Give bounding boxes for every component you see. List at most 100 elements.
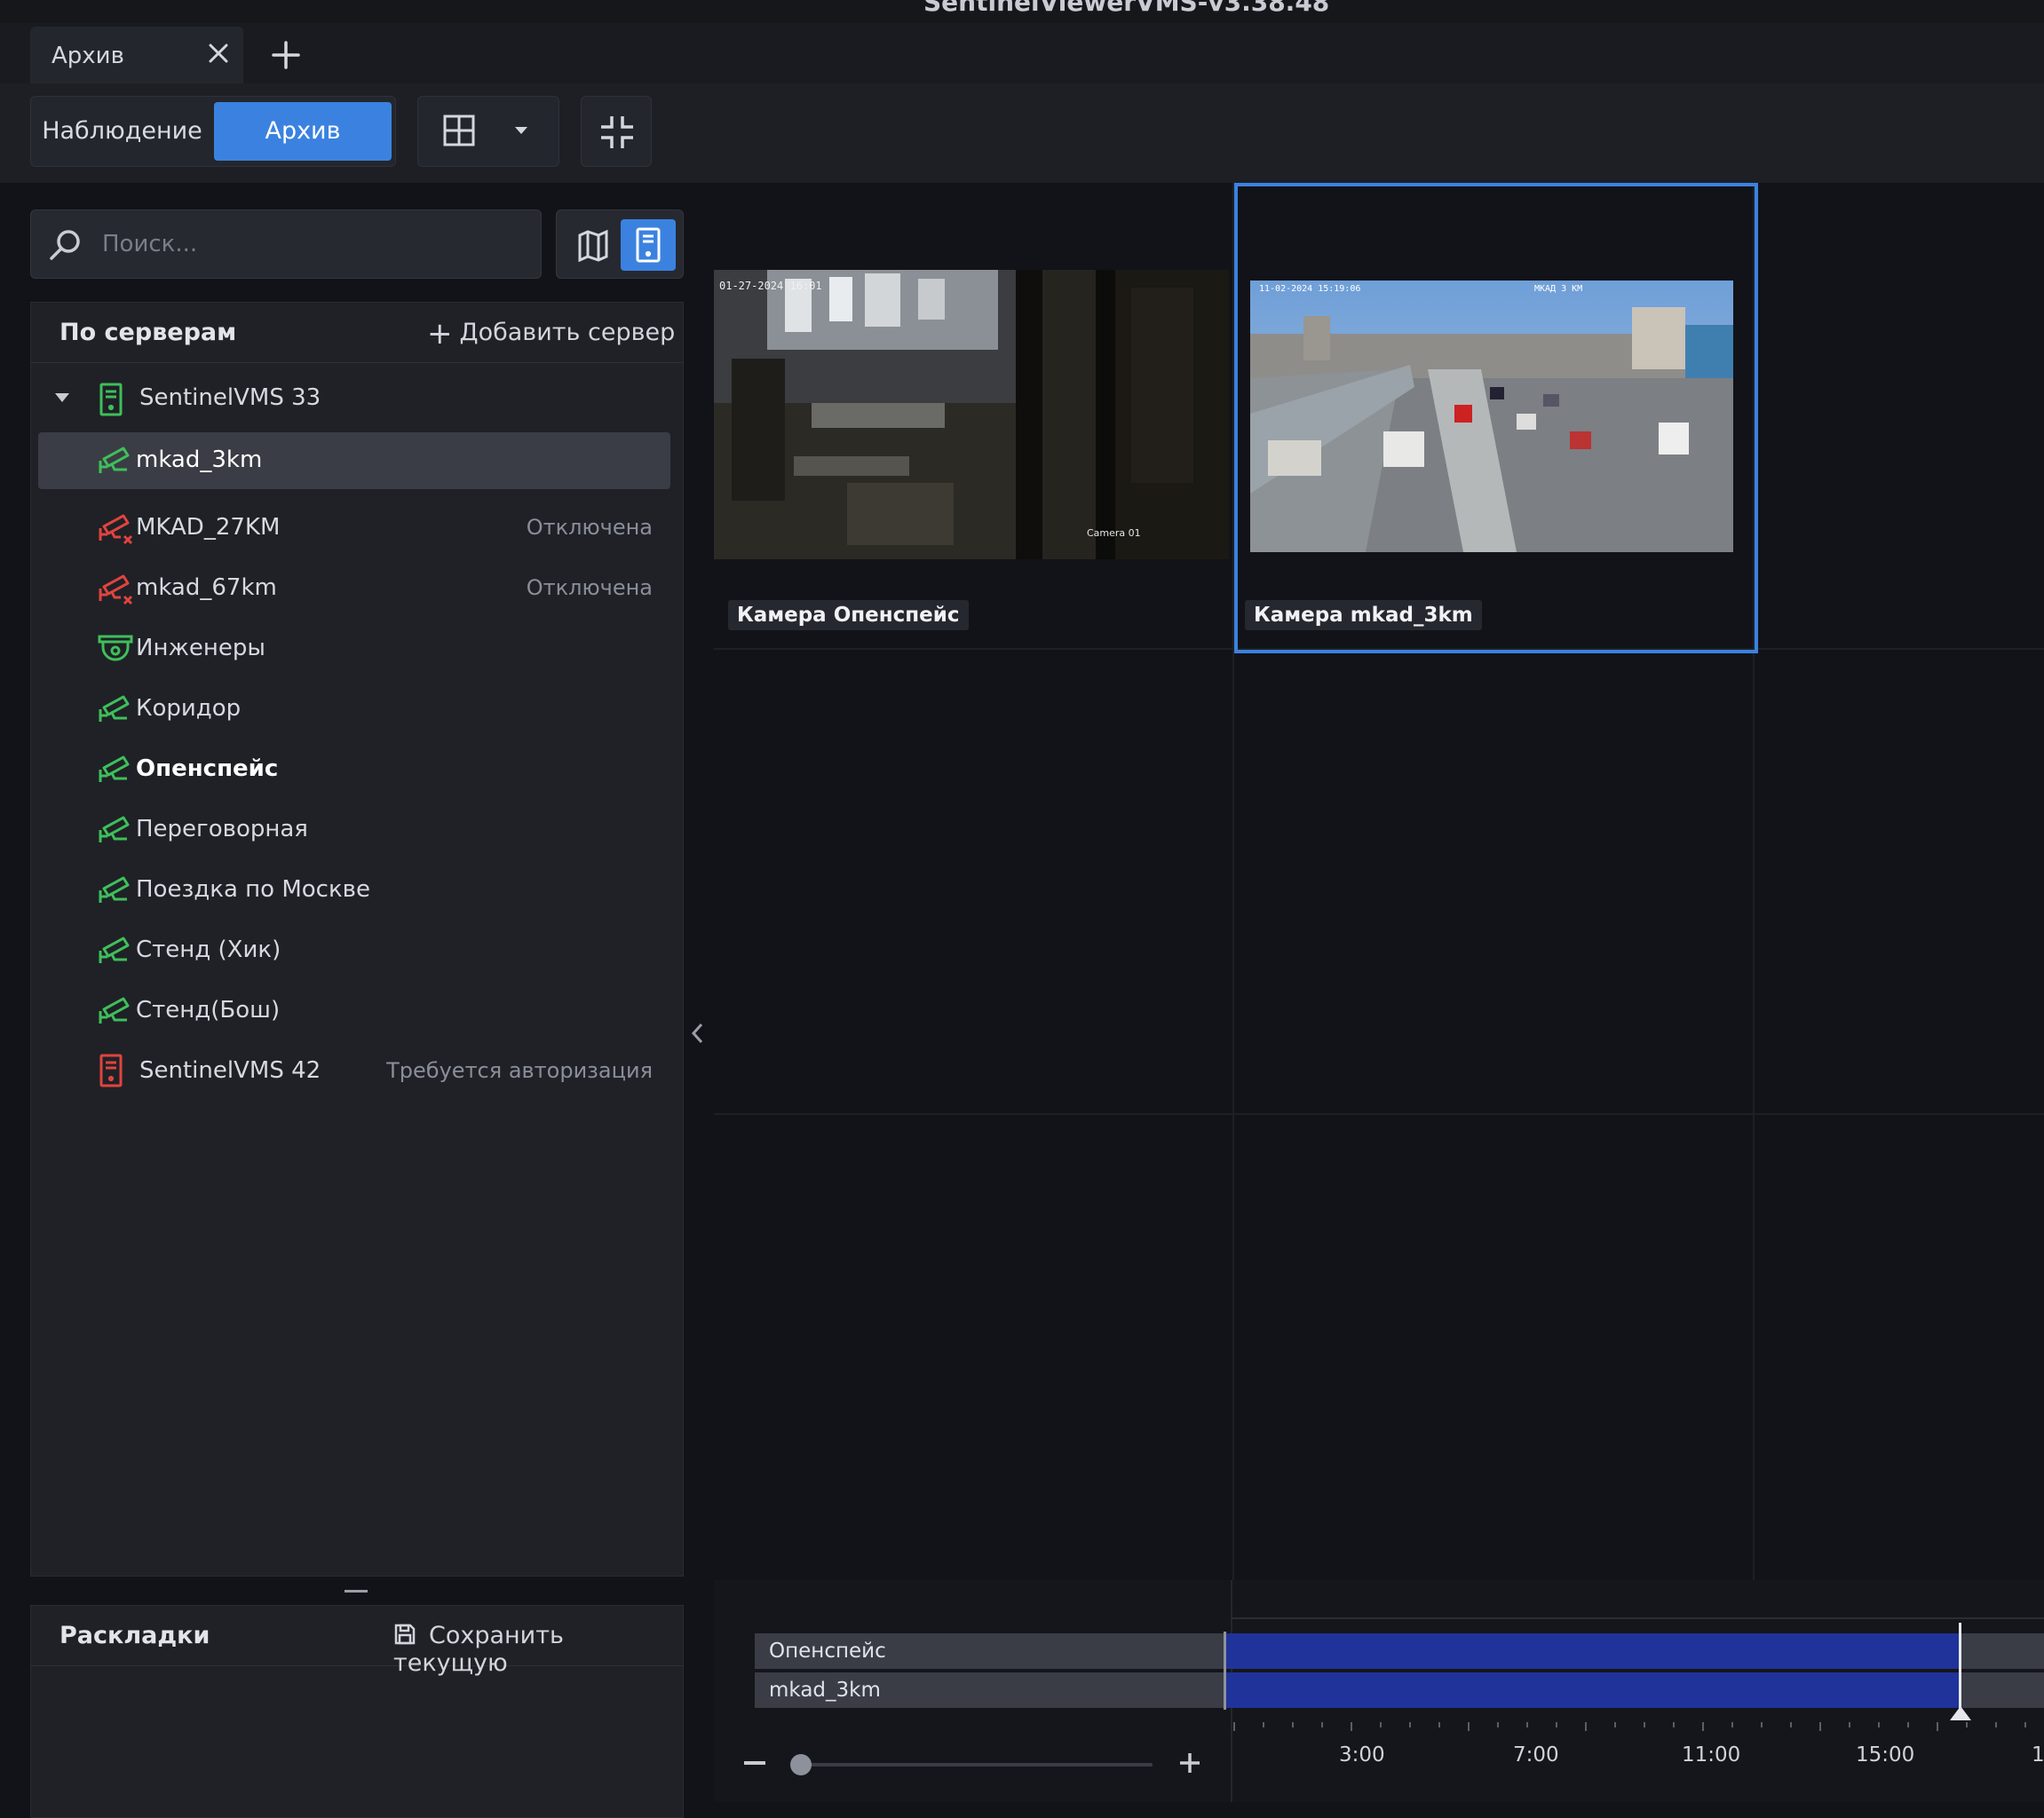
camera-icon — [97, 752, 132, 787]
timeline-record-bar[interactable] — [1225, 1633, 1959, 1669]
camera-icon — [97, 933, 132, 968]
timeline-track-name[interactable]: Опенспейс — [755, 1633, 1225, 1669]
camera-status: Отключена — [526, 575, 653, 600]
dome-camera-icon — [97, 631, 134, 667]
timeline-tick-label: 15:00 — [1856, 1743, 1915, 1767]
search-icon — [47, 226, 84, 264]
server-row-sentinelvms-33[interactable]: SentinelVMS 33 — [31, 370, 683, 427]
window-title: SentinelViewerVMS-v3.38.48 — [923, 0, 1330, 17]
exit-fullscreen-button[interactable] — [581, 96, 652, 167]
layouts-resize-handle[interactable] — [345, 1590, 368, 1593]
timeline-tick-label: 11:00 — [1682, 1743, 1741, 1767]
video-tile-openspace[interactable]: 01-27-2024 16:01 Camera 01 Камера Опенсп… — [714, 183, 1231, 646]
timeline: Опенспейс mkad_3km 3:00 7:00 11:00 15:00… — [714, 1580, 2044, 1802]
timeline-ticks — [1231, 1722, 2044, 1733]
camera-row-stand-bosch[interactable]: Стенд(Бош) — [31, 983, 683, 1039]
camera-icon — [97, 812, 132, 848]
camera-row-mkad-27km[interactable]: MKAD_27KM Отключена — [31, 500, 683, 557]
camera-icon — [97, 692, 132, 727]
timeline-track-name[interactable]: mkad_3km — [755, 1672, 1225, 1708]
camera-status: Отключена — [526, 515, 653, 540]
close-icon[interactable] — [204, 39, 233, 67]
camera-name: Поездка по Москве — [136, 876, 370, 903]
layout-selector[interactable] — [417, 96, 559, 167]
mode-switch: Наблюдение Архив — [30, 96, 396, 167]
servers-panel-header: По серверам + Добавить сервер — [31, 303, 683, 363]
camera-icon — [97, 873, 132, 908]
playhead-marker-icon[interactable] — [1950, 1706, 1971, 1720]
zoom-slider[interactable] — [797, 1763, 1153, 1767]
server-row-sentinelvms-42[interactable]: SentinelVMS 42 Требуется авторизация — [31, 1043, 683, 1100]
search-input[interactable] — [100, 210, 527, 278]
timeline-tracks: Опенспейс mkad_3km — [755, 1632, 1225, 1710]
zoom-in-button[interactable] — [1177, 1751, 1202, 1775]
svg-text:Camera 01: Camera 01 — [1087, 527, 1141, 539]
server-icon — [99, 383, 123, 416]
server-list-view-button[interactable] — [621, 219, 676, 271]
video-tile-label: Камера Опенспейс — [728, 600, 969, 630]
camera-row-stand-hik[interactable]: Стенд (Хик) — [31, 922, 683, 979]
timeline-empty-bar — [1961, 1633, 2044, 1669]
timeline-tick-label: 7:00 — [1513, 1743, 1559, 1767]
layouts-panel-title: Раскладки — [59, 1622, 210, 1649]
camera-name: Стенд(Бош) — [136, 997, 281, 1024]
camera-row-openspace[interactable]: Опенспейс — [31, 741, 683, 798]
timeline-tick-label: 3:00 — [1339, 1743, 1385, 1767]
caret-down-icon[interactable] — [54, 391, 70, 404]
video-tile-mkad-3km[interactable]: 11-02-2024 15:19:06 МКАД 3 КМ Камера mka… — [1234, 183, 1758, 653]
grid-divider — [714, 1113, 2044, 1115]
search-box — [30, 209, 542, 279]
timeline-empty-bar — [1961, 1672, 2044, 1708]
layouts-panel: Раскладки Сохранить текущую — [30, 1605, 684, 1818]
camera-name: Стенд (Хик) — [136, 937, 281, 963]
camera-offline-icon — [97, 510, 134, 548]
server-name: SentinelVMS 33 — [139, 384, 321, 411]
tab-bar — [0, 23, 2044, 83]
mode-observe-button[interactable]: Наблюдение — [31, 97, 213, 166]
camera-row-mkad-3km[interactable]: mkad_3km — [38, 432, 670, 489]
servers-panel: По серверам + Добавить сервер SentinelVMS… — [30, 302, 684, 1577]
timeline-ruler-line — [1231, 1617, 2044, 1619]
camera-name: Инженеры — [136, 635, 265, 661]
camera-row-meeting-room[interactable]: Переговорная — [31, 802, 683, 858]
svg-text:01-27-2024 16:01: 01-27-2024 16:01 — [719, 280, 822, 292]
video-frame-openspace: 01-27-2024 16:01 Camera 01 — [714, 270, 1229, 559]
server-name: SentinelVMS 42 — [139, 1057, 321, 1084]
timeline-playhead[interactable] — [1959, 1623, 1961, 1711]
camera-row-corridor[interactable]: Коридор — [31, 681, 683, 738]
plus-icon[interactable] — [266, 36, 305, 75]
camera-row-engineers[interactable]: Инженеры — [31, 620, 683, 677]
title-bar: SentinelViewerVMS-v3.38.48 — [0, 0, 2044, 23]
exit-fullscreen-icon — [598, 113, 637, 152]
grid-layout-icon[interactable] — [441, 113, 477, 148]
add-server-button[interactable]: + Добавить сервер — [427, 316, 675, 352]
server-status: Требуется авторизация — [386, 1058, 653, 1083]
video-grid: 01-27-2024 16:01 Camera 01 Камера Опенсп… — [714, 183, 2044, 1580]
server-list-icon — [633, 226, 663, 264]
servers-panel-title: По серверам — [59, 319, 237, 346]
camera-icon — [97, 443, 132, 478]
mode-archive-button[interactable]: Архив — [214, 102, 392, 161]
camera-row-mkad-67km[interactable]: mkad_67km Отключена — [31, 560, 683, 617]
save-layout-button[interactable]: Сохранить текущую — [393, 1622, 683, 1677]
zoom-out-button[interactable] — [744, 1761, 765, 1765]
plus-icon: + — [427, 316, 453, 352]
video-tile-label: Камера mkad_3km — [1245, 600, 1482, 630]
zoom-slider-handle[interactable] — [790, 1754, 812, 1775]
camera-name: MKAD_27KM — [136, 514, 281, 541]
camera-name: mkad_67km — [136, 574, 277, 601]
map-icon — [576, 228, 610, 262]
svg-text:МКАД 3 КМ: МКАД 3 КМ — [1534, 284, 1582, 294]
view-toggle — [556, 209, 684, 279]
caret-down-icon[interactable] — [512, 122, 530, 139]
tab-archive[interactable]: Архив — [30, 27, 243, 83]
timeline-record-bar[interactable] — [1225, 1672, 1959, 1708]
camera-name: Опенспейс — [136, 755, 279, 782]
camera-name: Переговорная — [136, 816, 308, 842]
chevron-left-icon[interactable] — [687, 1019, 709, 1047]
camera-row-moscow-trip[interactable]: Поездка по Москве — [31, 862, 683, 919]
svg-text:11-02-2024 15:19:06: 11-02-2024 15:19:06 — [1259, 284, 1360, 294]
timeline-track-start — [1224, 1632, 1226, 1710]
camera-name: mkad_3km — [136, 447, 263, 473]
map-view-button[interactable] — [567, 219, 619, 271]
